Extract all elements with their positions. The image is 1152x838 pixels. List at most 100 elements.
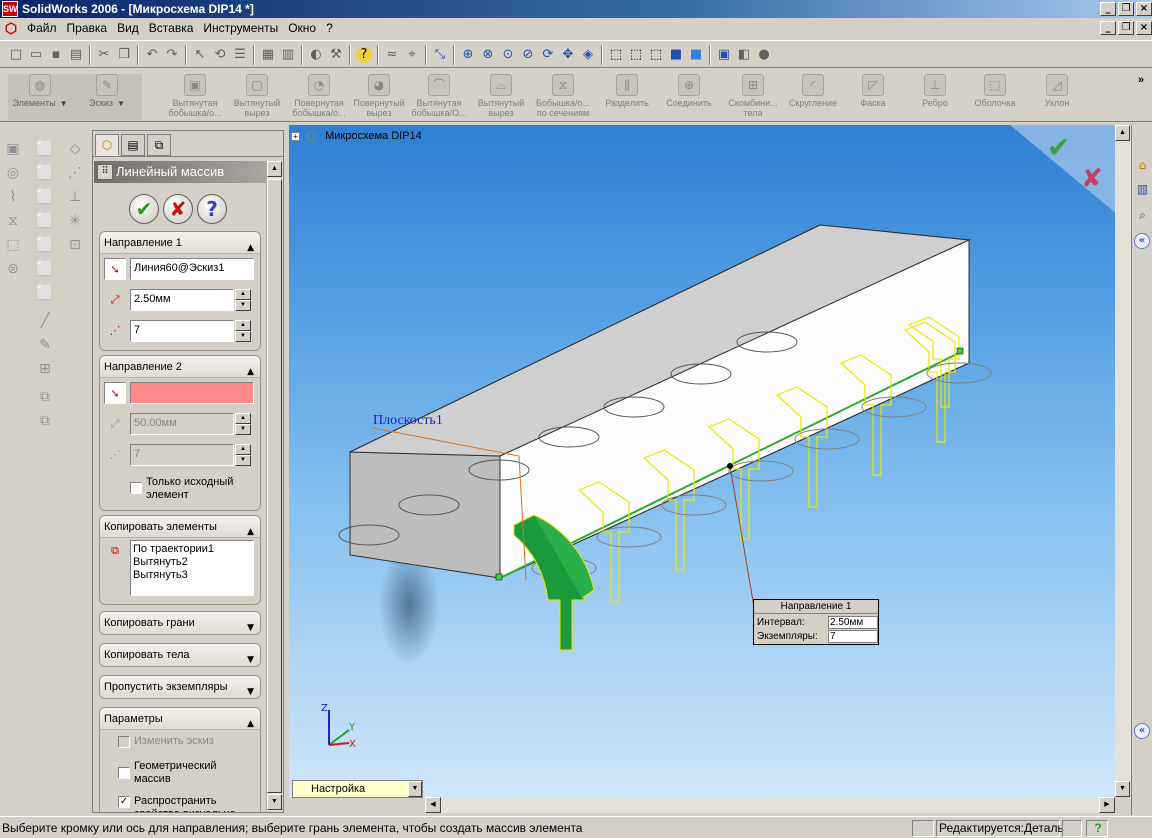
rebuild-icon[interactable]: ⟲ <box>212 47 228 63</box>
cm-tool-extrude-boss[interactable]: ▣ Вытянутая бобышка/о... <box>164 74 226 120</box>
spin-up-icon[interactable]: ▲ <box>235 413 251 424</box>
model-viewport[interactable]: ✔ ✘ Z Y X <box>289 125 1130 797</box>
direction-reverse-icon[interactable]: ➘ <box>104 382 126 404</box>
sketch-line-icon[interactable]: ╱ <box>34 310 56 332</box>
document-logo-icon[interactable]: ⬡ <box>2 19 20 37</box>
print-icon[interactable]: ▤ <box>68 47 84 63</box>
undo-icon[interactable]: ↶ <box>144 47 160 63</box>
spin-up-icon[interactable]: ▲ <box>235 289 251 300</box>
library-icon[interactable]: ▥ <box>1133 179 1152 199</box>
bodies-header[interactable]: Копировать тела ▼ <box>100 644 260 666</box>
tab-property-manager[interactable]: ▤ <box>121 134 145 156</box>
direction1-spacing-spinner[interactable]: ▲ ▼ <box>235 289 251 311</box>
cube-icon[interactable]: ⬜ <box>34 234 56 256</box>
callout-interval-value[interactable]: 2.50мм <box>828 616 878 629</box>
faces-header[interactable]: Копировать грани ▼ <box>100 612 260 634</box>
select-icon[interactable]: ↖ <box>192 47 208 63</box>
wireframe-icon[interactable]: ⬚ <box>608 47 624 63</box>
scroll-up-icon[interactable]: ▲ <box>1115 125 1130 141</box>
collapse-icon[interactable]: ▲ <box>247 713 254 735</box>
loft-icon[interactable]: ⧖ <box>2 210 24 232</box>
scroll-left-icon[interactable]: ◀ <box>425 797 441 813</box>
features-header[interactable]: Копировать элементы ▲ <box>100 516 260 538</box>
doc-minimize-button[interactable]: _ <box>1100 21 1116 35</box>
section-view-icon[interactable]: ◧ <box>736 47 752 63</box>
shadows-icon[interactable]: ▣ <box>716 47 732 63</box>
home-icon[interactable]: ⌂ <box>1133 155 1152 175</box>
list-item[interactable]: Вытянуть3 <box>133 569 251 582</box>
direction2-instances-field[interactable]: 7 <box>130 444 234 466</box>
mate-icon[interactable]: ⊡ <box>64 234 86 256</box>
cube-icon[interactable]: ⬜ <box>34 258 56 280</box>
expand-icon[interactable]: ▼ <box>247 681 254 703</box>
direction1-spacing-field[interactable]: 2.50мм <box>130 289 234 311</box>
cm-tool-shell[interactable]: ⬚ Оболочка <box>964 74 1026 120</box>
zoom-selection-icon[interactable]: ⊘ <box>520 47 536 63</box>
configuration-select[interactable]: Настройка ▼ <box>292 780 423 798</box>
graphics-horizontal-scrollbar[interactable]: ◀ ▶ <box>425 797 1115 813</box>
menu-file[interactable]: Файл <box>24 21 64 35</box>
menu-window[interactable]: Окно <box>285 21 323 35</box>
shaded-icon[interactable]: ■ <box>688 47 704 63</box>
photoworks-icon[interactable]: ◐ <box>308 47 324 63</box>
redo-icon[interactable]: ↷ <box>164 47 180 63</box>
cm-tool-fillet[interactable]: ◜ Скругление <box>782 74 844 120</box>
plane-label[interactable]: Плоскость1 <box>373 413 443 429</box>
expand-icon[interactable]: ▼ <box>247 617 254 639</box>
corner-cancel-icon[interactable]: ✘ <box>1081 164 1103 194</box>
scroll-down-icon[interactable]: ▼ <box>1115 781 1130 797</box>
spin-down-icon[interactable]: ▼ <box>235 300 251 311</box>
collapse-icon[interactable]: ▲ <box>247 237 254 259</box>
close-button[interactable]: × <box>1136 2 1152 16</box>
vary-sketch-checkbox[interactable] <box>118 736 130 748</box>
standard-views-icon[interactable]: ◈ <box>580 47 596 63</box>
skip-header[interactable]: Пропустить экземпляры ▼ <box>100 676 260 698</box>
edge-handle[interactable] <box>495 573 503 581</box>
rotate-view-icon[interactable]: ⟳ <box>540 47 556 63</box>
cm-tool-sketch[interactable]: ✎ Эскиз ▼ <box>72 74 142 120</box>
direction2-edge-field[interactable] <box>130 382 254 404</box>
menu-help[interactable]: ? <box>323 21 340 35</box>
scroll-up-icon[interactable]: ▲ <box>267 161 282 177</box>
minimize-button[interactable]: _ <box>1100 2 1116 16</box>
restore-button[interactable]: ❐ <box>1118 2 1134 16</box>
scroll-down-icon[interactable]: ▼ <box>267 794 282 810</box>
direction2-spacing-field[interactable]: 50.00мм <box>130 413 234 435</box>
shell-icon[interactable]: ⬚ <box>2 234 24 256</box>
spin-down-icon[interactable]: ▼ <box>235 424 251 435</box>
wrap-icon[interactable]: ⊜ <box>2 258 24 280</box>
spin-down-icon[interactable]: ▼ <box>235 331 251 342</box>
options-icon[interactable]: ☰ <box>232 47 248 63</box>
cm-tool-swept-boss[interactable]: ⌒ Вытянутая бобышка/О... <box>408 74 470 120</box>
grid-icon[interactable]: ▦ <box>260 47 276 63</box>
measure-icon[interactable]: ⚒ <box>328 47 344 63</box>
doc-close-button[interactable]: × <box>1136 21 1152 35</box>
hidden-lines-visible-icon[interactable]: ⬚ <box>628 47 644 63</box>
expand-tree-icon[interactable]: + <box>291 131 300 141</box>
dropdown-arrow-icon[interactable]: ▼ <box>408 781 422 797</box>
spin-up-icon[interactable]: ▲ <box>235 320 251 331</box>
extrude-icon[interactable]: ▣ <box>2 138 24 160</box>
cube-icon[interactable]: ⬜ <box>34 282 56 304</box>
seed-only-checkbox[interactable] <box>130 482 142 494</box>
revolve-icon[interactable]: ◎ <box>2 162 24 184</box>
pan-icon[interactable]: ✥ <box>560 47 576 63</box>
expand-pane-icon[interactable]: « <box>1134 723 1150 739</box>
feature-tree-flyout[interactable]: + ⬡ Микросхема DIP14 <box>291 129 422 145</box>
scroll-right-icon[interactable]: ▶ <box>1099 797 1115 813</box>
cm-tool-revolve-cut[interactable]: ◕ Повернутый вырез <box>348 74 410 120</box>
cm-tool-split[interactable]: ⫼ Разделить <box>596 74 658 120</box>
ok-button[interactable]: ✔ <box>129 194 159 224</box>
menu-view[interactable]: Вид <box>114 21 146 35</box>
more-tools-icon[interactable]: » <box>1138 74 1144 86</box>
normal-to-icon[interactable]: ⤡ <box>432 47 448 63</box>
rebuild-status-icon[interactable]: ? <box>1086 820 1108 837</box>
cm-tool-chamfer[interactable]: ◸ Фаска <box>842 74 904 120</box>
copy-icon[interactable]: ❐ <box>116 47 132 63</box>
graphics-area[interactable]: ✔ ✘ Z Y X + ⬡ Микросхема DIP14 Плоскость… <box>289 125 1130 797</box>
corner-ok-icon[interactable]: ✔ <box>1047 131 1070 164</box>
expand-icon[interactable]: ▼ <box>247 649 254 671</box>
cube-icon[interactable]: ⬜ <box>34 162 56 184</box>
menu-edit[interactable]: Правка <box>64 21 115 35</box>
cm-tool-rib[interactable]: ⊥ Ребро <box>904 74 966 120</box>
